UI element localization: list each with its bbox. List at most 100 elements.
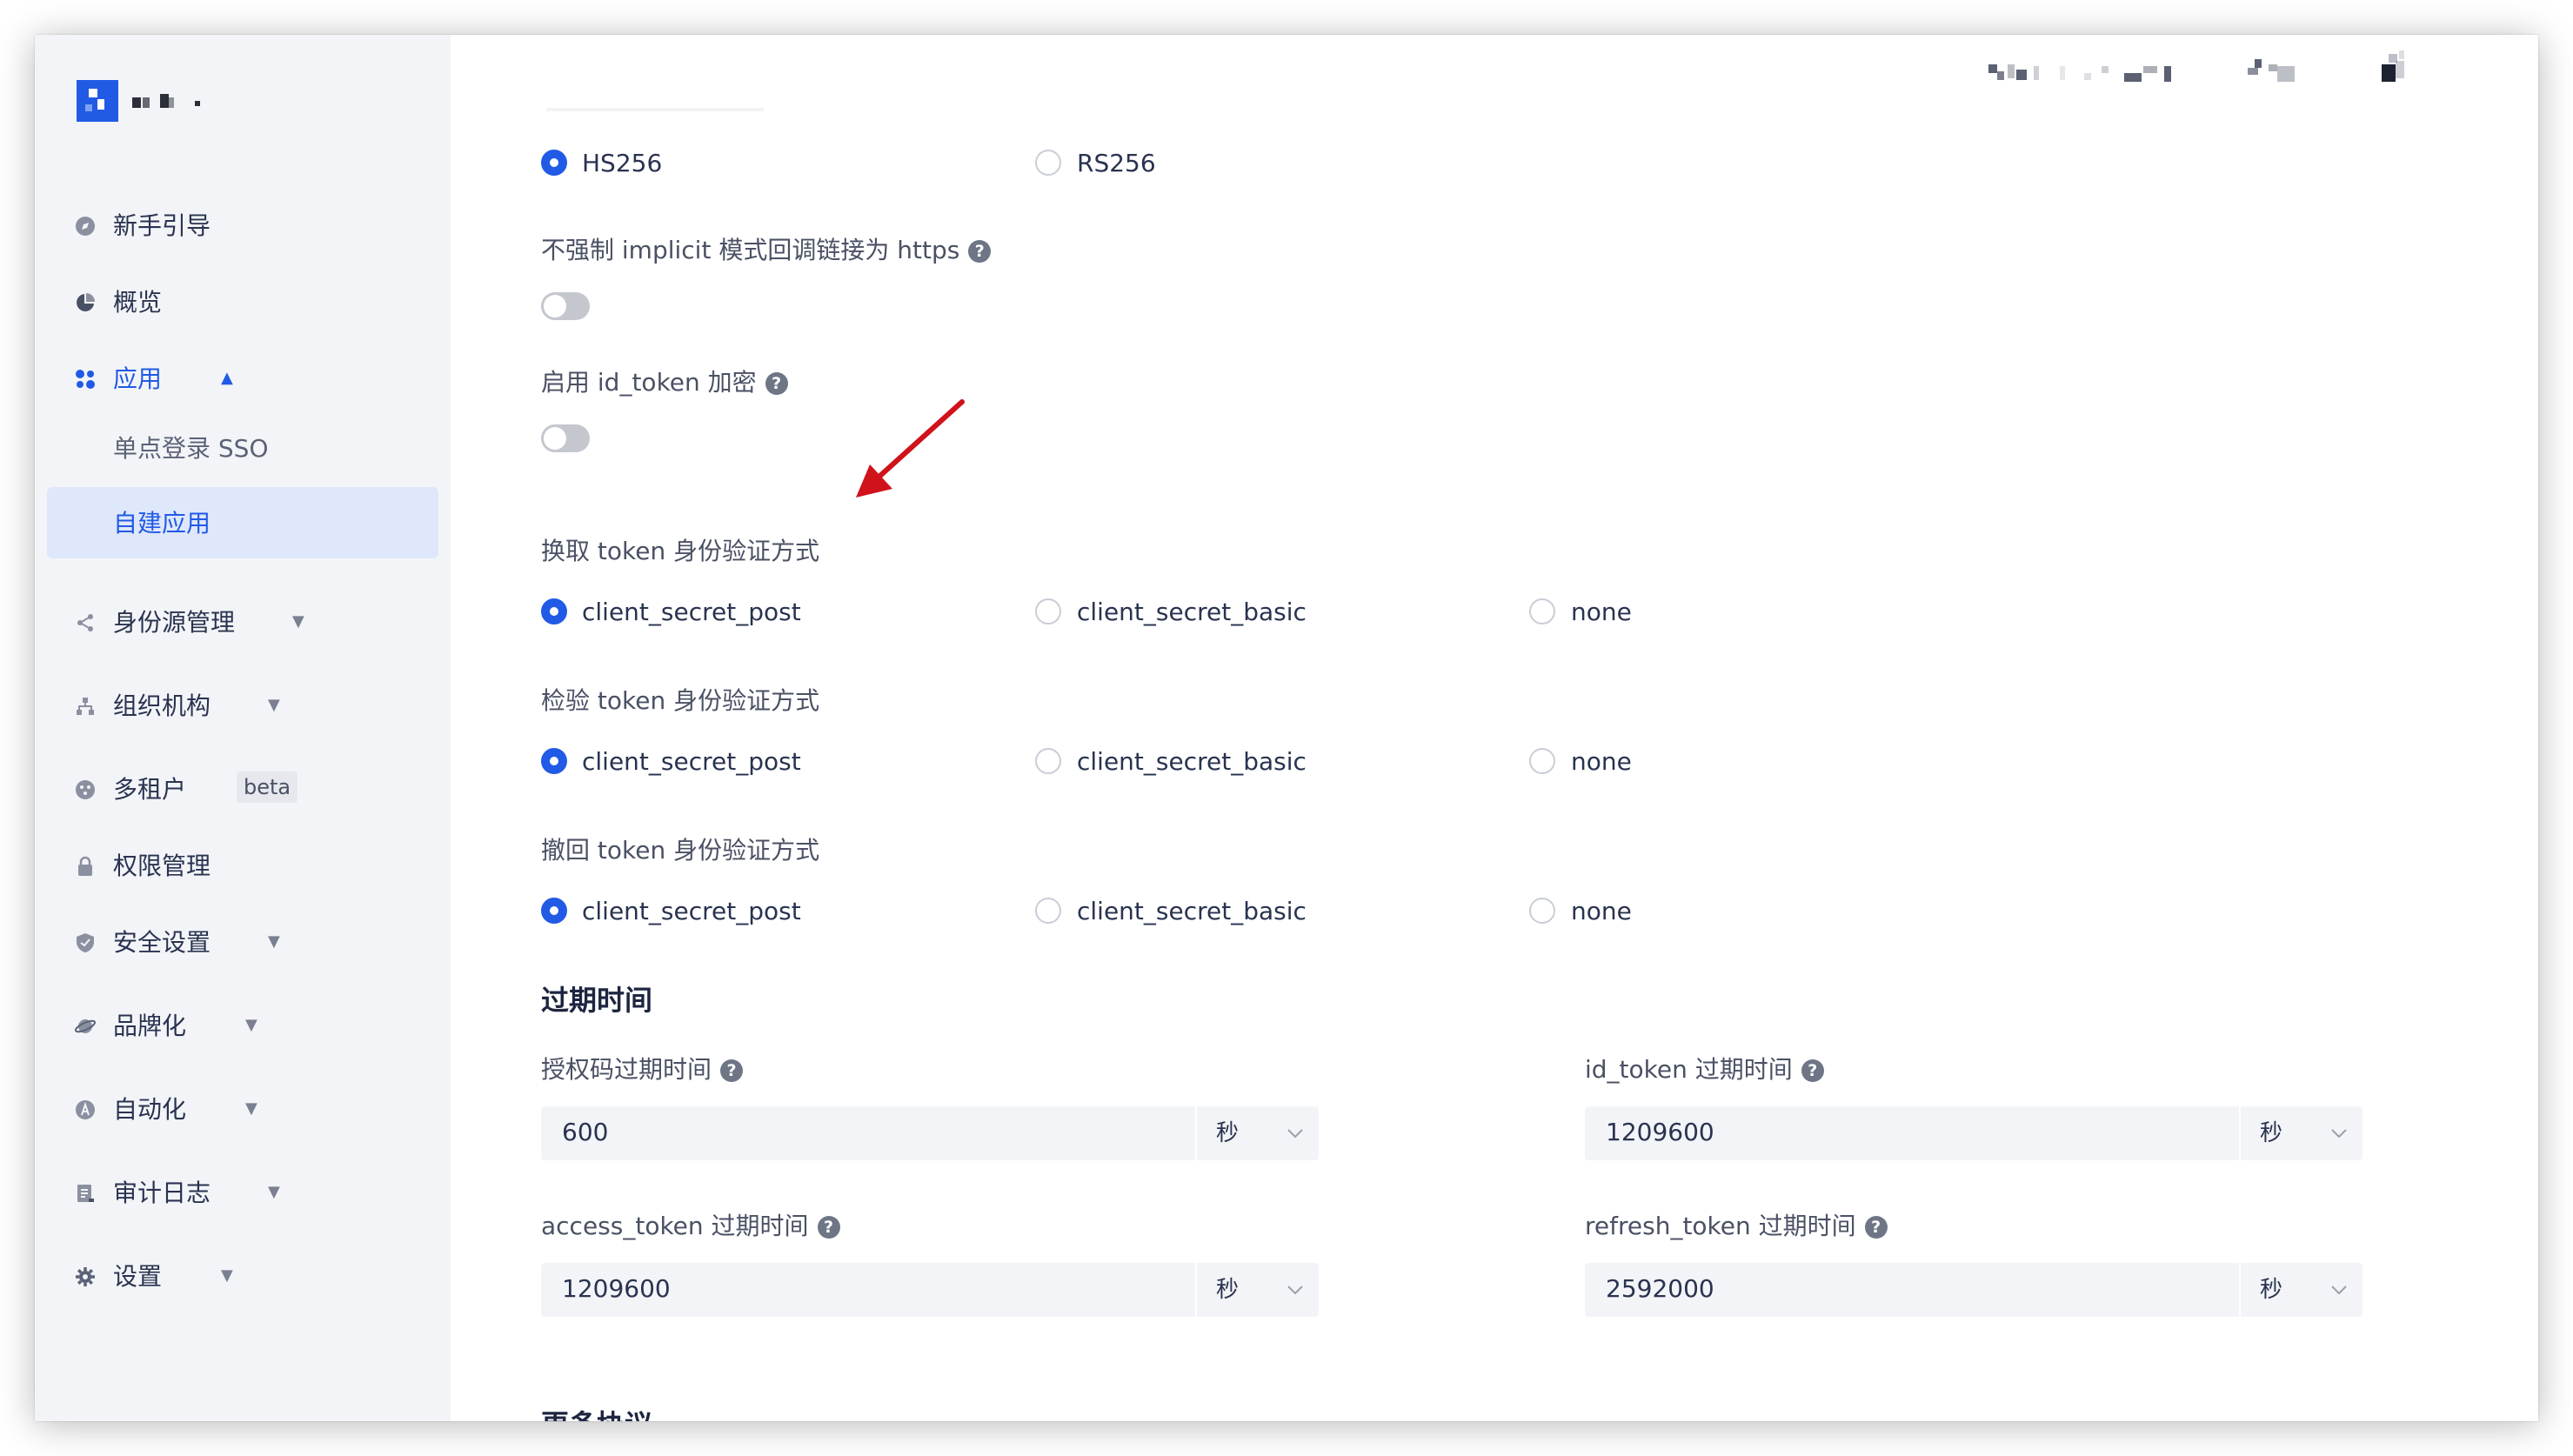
sidebar: 新手引导 概览 应用 ▲ 单点登录 SSO 自建应用 身份源管理 ▼ 组织机构 … [35, 35, 451, 1421]
radio-button[interactable] [1529, 898, 1555, 924]
help-icon[interactable]: ? [817, 1216, 840, 1239]
main-content: HS256 RS256 不强制 implicit 模式回调链接为 https? … [451, 35, 2538, 1421]
nav-label: 组织机构 [113, 691, 211, 720]
input-value: 1209600 [1606, 1118, 1714, 1146]
radio-button[interactable] [1035, 598, 1061, 624]
radio-label: RS256 [1077, 149, 1156, 177]
subnav-active-highlight [47, 487, 438, 558]
auth-code-expiry-input[interactable]: 600 秒 [541, 1106, 1319, 1160]
field-label: 不强制 implicit 模式回调链接为 https? [541, 238, 992, 263]
unit-select[interactable]: 秒 [2260, 1279, 2282, 1301]
radio-label: client_secret_basic [1077, 747, 1307, 776]
radio-button[interactable] [541, 898, 567, 924]
tenant-icon [76, 780, 95, 799]
help-icon[interactable]: ? [1864, 1216, 1888, 1239]
caret-down-icon: ▼ [245, 1099, 257, 1118]
unit-select[interactable]: 秒 [1216, 1279, 1239, 1301]
field-label: refresh_token 过期时间? [1585, 1214, 1888, 1239]
label-text: refresh_token 过期时间 [1585, 1212, 1856, 1240]
subnav-custom-apps[interactable]: 自建应用 [113, 511, 211, 536]
lock-icon [78, 856, 92, 876]
section-title-more-protocols: 更多协议 [541, 1411, 652, 1421]
planet-icon [75, 1019, 96, 1033]
app-logo[interactable] [77, 80, 118, 122]
radio-button[interactable] [1035, 150, 1061, 176]
pie-chart-icon [77, 293, 95, 311]
radio-label: none [1571, 747, 1632, 776]
label-text: 启用 id_token 加密 [541, 368, 757, 397]
compass-icon [76, 217, 95, 236]
field-label: access_token 过期时间? [541, 1214, 840, 1239]
nav-label: 自动化 [113, 1095, 187, 1124]
document-icon [77, 1185, 94, 1202]
radio-button[interactable] [1529, 748, 1555, 774]
radio-label: client_secret_basic [1077, 897, 1307, 925]
field-label: 启用 id_token 加密? [541, 371, 788, 395]
input-divider [2239, 1106, 2241, 1160]
id-token-expiry-input[interactable]: 1209600 秒 [1585, 1106, 2362, 1160]
label-text: id_token 过期时间 [1585, 1055, 1793, 1084]
radio-button[interactable] [1529, 598, 1555, 624]
nav-label: 应用 [113, 364, 163, 393]
field-label: 检验 token 身份验证方式 [541, 686, 820, 715]
nav-label: 新手引导 [113, 211, 211, 240]
unit-select[interactable]: 秒 [1216, 1122, 1239, 1145]
app-window: 新手引导 概览 应用 ▲ 单点登录 SSO 自建应用 身份源管理 ▼ 组织机构 … [35, 35, 2538, 1421]
chevron-down-icon[interactable] [2329, 1124, 2349, 1143]
chevron-down-icon[interactable] [1286, 1124, 1305, 1143]
chevron-down-icon[interactable] [2329, 1280, 2349, 1299]
radio-label: client_secret_post [582, 897, 801, 925]
help-icon[interactable]: ? [968, 240, 992, 263]
caret-down-icon: ▼ [292, 612, 304, 631]
beta-badge: beta [237, 771, 298, 803]
field-label: 授权码过期时间? [541, 1055, 744, 1084]
label-text: 授权码过期时间 [541, 1055, 712, 1084]
help-icon[interactable]: ? [720, 1059, 744, 1082]
nav-label: 概览 [113, 288, 163, 317]
chevron-down-icon[interactable] [1286, 1280, 1305, 1299]
caret-down-icon: ▼ [245, 1016, 257, 1034]
caret-down-icon: ▼ [221, 1266, 233, 1285]
nav-label: 品牌化 [113, 1012, 187, 1040]
radio-label: client_secret_post [582, 598, 801, 626]
radio-button[interactable] [541, 598, 567, 624]
clipped-section-label [546, 108, 764, 111]
refresh-token-expiry-input[interactable]: 2592000 秒 [1585, 1263, 2362, 1317]
radio-button[interactable] [1035, 748, 1061, 774]
automation-icon [76, 1100, 95, 1119]
field-label: 撤回 token 身份验证方式 [541, 836, 820, 865]
input-divider [1195, 1263, 1197, 1317]
radio-label: none [1571, 598, 1632, 626]
subnav-sso[interactable]: 单点登录 SSO [113, 437, 269, 461]
unit-select[interactable]: 秒 [2260, 1122, 2282, 1145]
nav-label: 权限管理 [113, 852, 211, 880]
shield-icon [77, 933, 94, 952]
field-label: 换取 token 身份验证方式 [541, 537, 820, 565]
nav-label: 审计日志 [113, 1179, 211, 1207]
implicit-https-toggle[interactable] [541, 292, 590, 320]
caret-up-icon: ▲ [221, 369, 233, 387]
share-icon [77, 614, 93, 631]
radio-label: HS256 [582, 149, 663, 177]
radio-button[interactable] [541, 748, 567, 774]
radio-button[interactable] [541, 150, 567, 176]
radio-label: client_secret_basic [1077, 598, 1307, 626]
help-icon[interactable]: ? [765, 372, 788, 395]
radio-label: none [1571, 897, 1632, 925]
input-value: 600 [562, 1118, 609, 1146]
radio-button[interactable] [1035, 898, 1061, 924]
nav-label: 多租户 [113, 775, 187, 804]
apps-icon [76, 370, 95, 389]
input-divider [1195, 1106, 1197, 1160]
access-token-expiry-input[interactable]: 1209600 秒 [541, 1263, 1319, 1317]
help-icon[interactable]: ? [1801, 1059, 1824, 1082]
radio-label: client_secret_post [582, 747, 801, 776]
input-value: 2592000 [1606, 1274, 1714, 1303]
id-token-encrypt-toggle[interactable] [541, 424, 590, 452]
caret-down-icon: ▼ [268, 696, 280, 714]
gear-icon [76, 1267, 95, 1286]
org-tree-icon [77, 698, 94, 715]
label-text: access_token 过期时间 [541, 1212, 809, 1240]
caret-down-icon: ▼ [268, 932, 280, 951]
caret-down-icon: ▼ [268, 1183, 280, 1201]
